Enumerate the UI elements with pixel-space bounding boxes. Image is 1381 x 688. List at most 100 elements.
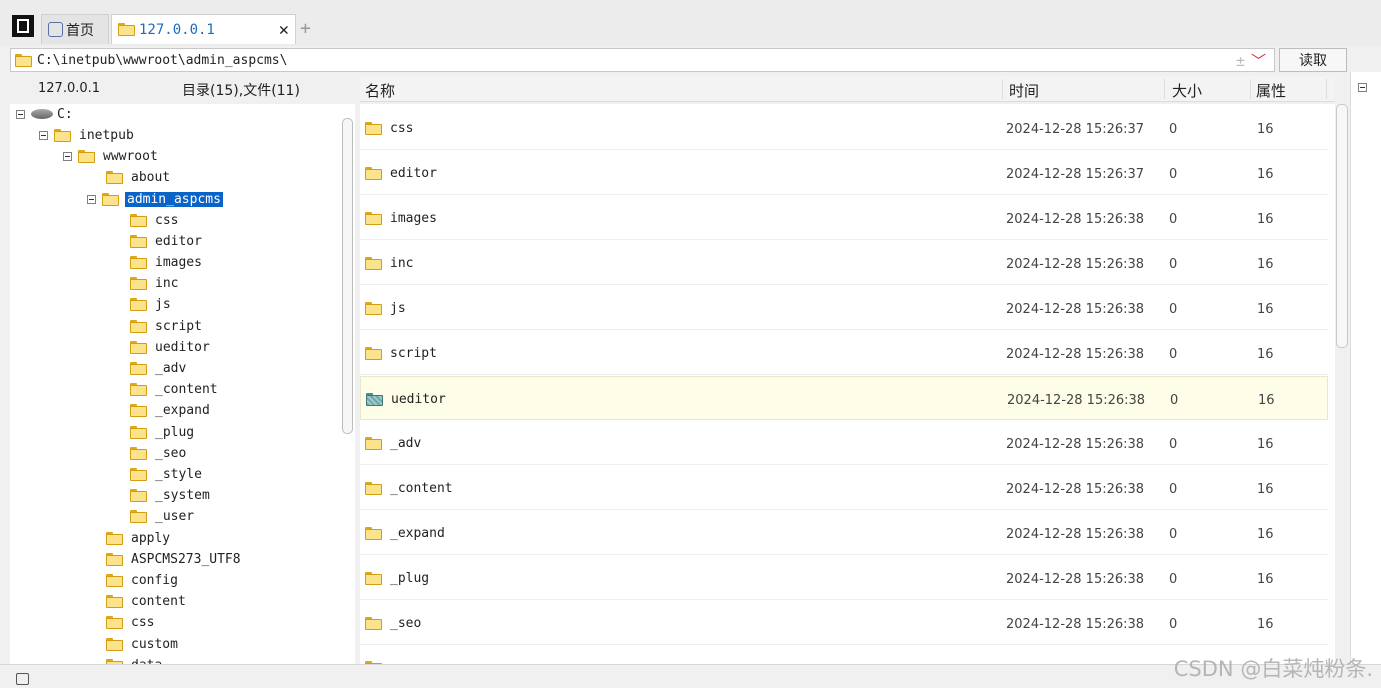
folder-icon	[130, 234, 147, 248]
path-input[interactable]: C:\inetpub\wwwroot\admin_aspcms\	[37, 53, 287, 68]
file-name: js	[390, 301, 406, 316]
tree-node-child[interactable]: script	[130, 316, 204, 336]
tree-node-child[interactable]: css	[130, 210, 180, 230]
file-attr: 16	[1257, 167, 1274, 182]
tree-label: css	[131, 615, 155, 631]
folder-icon	[130, 446, 147, 460]
tree-node-sibling[interactable]: apply	[106, 528, 172, 548]
folder-icon	[365, 617, 382, 630]
file-name: editor	[390, 166, 437, 181]
file-time: 2024-12-28 15:26:38	[1006, 212, 1145, 227]
folder-icon	[365, 527, 382, 540]
tree-node-sibling[interactable]: data	[106, 655, 164, 664]
column-divider[interactable]	[1326, 79, 1327, 99]
column-header-size[interactable]: 大小	[1172, 80, 1202, 101]
folder-icon	[130, 340, 147, 354]
tree-label: _expand	[155, 403, 210, 419]
tree-node-child[interactable]: _plug	[130, 422, 196, 442]
tree-node-child[interactable]: _system	[130, 486, 212, 506]
file-list-scrollbar[interactable]	[1336, 104, 1348, 348]
file-row[interactable]: _adv 2024-12-28 15:26:38 0 16	[360, 421, 1328, 465]
app-logo-icon[interactable]	[12, 15, 34, 37]
tree-node-child[interactable]: js	[130, 295, 173, 315]
file-size: 0	[1169, 167, 1178, 182]
tree-node-admin-aspcms[interactable]: admin_aspcms	[87, 189, 223, 209]
tree-node-child[interactable]: _expand	[130, 401, 212, 421]
file-size: 0	[1169, 212, 1178, 227]
add-tab-button[interactable]: +	[300, 18, 311, 39]
folder-icon	[365, 347, 382, 360]
file-time: 2024-12-28 15:26:38	[1006, 257, 1145, 272]
file-row[interactable]: js 2024-12-28 15:26:38 0 16	[360, 286, 1328, 330]
folder-icon	[130, 467, 147, 481]
column-divider[interactable]	[1250, 79, 1251, 99]
tree-node-sibling[interactable]: config	[106, 570, 180, 590]
file-row[interactable]: images 2024-12-28 15:26:38 0 16	[360, 196, 1328, 240]
tree-node-child[interactable]: _style	[130, 464, 204, 484]
tree-label: about	[131, 169, 171, 185]
collapse-icon[interactable]	[63, 151, 72, 161]
tree-node-child[interactable]: images	[130, 252, 204, 272]
column-header-time[interactable]: 时间	[1009, 80, 1039, 101]
file-row[interactable]: _content 2024-12-28 15:26:38 0 16	[360, 466, 1328, 510]
file-time: 2024-12-28 15:26:38	[1006, 617, 1145, 632]
file-size: 0	[1169, 257, 1178, 272]
tree-node-child[interactable]: editor	[130, 231, 204, 251]
tree-node-child[interactable]: _user	[130, 507, 196, 527]
left-pane-header: 127.0.0.1 目录(15),文件(11)	[10, 76, 355, 102]
tree-node-child[interactable]: _content	[130, 380, 220, 400]
collapse-icon[interactable]	[16, 109, 25, 119]
tree-label: _adv	[155, 360, 187, 376]
close-icon[interactable]: ✕	[279, 20, 289, 40]
file-row[interactable]: ueditor 2024-12-28 15:26:38 0 16	[360, 376, 1328, 420]
folder-icon	[102, 192, 119, 206]
collapse-icon[interactable]	[87, 194, 96, 204]
folder-icon	[130, 425, 147, 439]
file-row[interactable]: editor 2024-12-28 15:26:37 0 16	[360, 151, 1328, 195]
tree-node-sibling[interactable]: content	[106, 592, 188, 612]
path-bar[interactable]: C:\inetpub\wwwroot\admin_aspcms\ ± ﹀	[10, 48, 1275, 72]
tree-label: ueditor	[155, 339, 210, 355]
window-icon[interactable]	[16, 673, 29, 685]
tree-node-child[interactable]: ueditor	[130, 337, 212, 357]
tree-label: content	[131, 594, 186, 610]
file-list[interactable]: css 2024-12-28 15:26:37 0 16 editor 2024-12-2…	[360, 104, 1335, 664]
tree-node-about[interactable]: about	[106, 167, 172, 187]
column-divider[interactable]	[1164, 79, 1165, 99]
tree-node-drive[interactable]: C:	[16, 104, 73, 124]
tree-scrollbar[interactable]	[342, 118, 353, 434]
tree-node-child[interactable]: _seo	[130, 443, 188, 463]
folder-icon	[54, 128, 71, 142]
path-history-dropdown[interactable]: ± ﹀	[1236, 50, 1266, 71]
folder-icon	[130, 255, 147, 269]
file-row[interactable]: _seo 2024-12-28 15:26:38 0 16	[360, 601, 1328, 645]
folder-icon	[365, 437, 382, 450]
tree-node-sibling[interactable]: css	[106, 613, 156, 633]
file-row[interactable]: _plug 2024-12-28 15:26:38 0 16	[360, 556, 1328, 600]
file-row[interactable]: script 2024-12-28 15:26:38 0 16	[360, 331, 1328, 375]
tree-node-sibling[interactable]: ASPCMS273_UTF8	[106, 549, 243, 569]
collapse-icon[interactable]	[1358, 83, 1367, 92]
file-attr: 16	[1257, 527, 1274, 542]
home-icon	[48, 22, 63, 37]
tree-node-sibling[interactable]: custom	[106, 634, 180, 654]
tree-node-child[interactable]: inc	[130, 274, 180, 294]
column-header-name[interactable]: 名称	[365, 80, 395, 101]
tree-node-child[interactable]: _adv	[130, 358, 188, 378]
file-row[interactable]: inc 2024-12-28 15:26:38 0 16	[360, 241, 1328, 285]
host-label: 127.0.0.1	[38, 81, 101, 96]
file-attr: 16	[1258, 393, 1275, 408]
column-header-attr[interactable]: 属性	[1256, 80, 1286, 101]
collapse-icon[interactable]	[39, 130, 48, 140]
directory-tree[interactable]: C: inetpub wwwroot about admin_aspcms cs…	[10, 104, 355, 664]
tab-home[interactable]: 首页	[41, 14, 109, 44]
read-button[interactable]: 读取	[1279, 48, 1347, 72]
file-name: _adv	[390, 436, 422, 451]
tree-node-inetpub[interactable]: inetpub	[39, 125, 136, 145]
file-row[interactable]: _expand 2024-12-28 15:26:38 0 16	[360, 511, 1328, 555]
tree-node-wwwroot[interactable]: wwwroot	[63, 146, 160, 166]
column-divider[interactable]	[1002, 79, 1003, 99]
tab-host[interactable]: 127.0.0.1 ✕	[111, 14, 296, 44]
file-row[interactable]: css 2024-12-28 15:26:37 0 16	[360, 106, 1328, 150]
folder-icon	[118, 23, 135, 36]
